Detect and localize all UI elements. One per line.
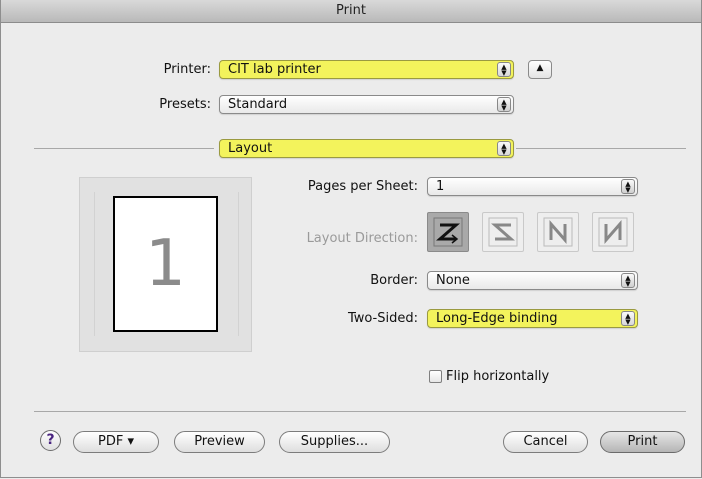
border-popup[interactable]: None ▲ ▼ [427, 271, 638, 290]
pdf-menu-button[interactable]: PDF ▾ [73, 431, 159, 453]
preview-page-number: 1 [145, 227, 186, 301]
pages-per-sheet-popup[interactable]: 1 ▲ ▼ [427, 177, 638, 196]
s-reversed-direction-icon [488, 217, 518, 247]
popup-arrows-icon: ▲ ▼ [621, 179, 635, 194]
collapse-details-button[interactable]: ▲ [528, 60, 552, 79]
n-direction-icon [598, 217, 628, 247]
triangle-up-icon: ▲ [536, 63, 544, 73]
flip-horizontally-label[interactable]: Flip horizontally [446, 369, 549, 384]
two-sided-value: Long-Edge binding [436, 311, 558, 326]
help-icon: ? [46, 432, 55, 448]
direction-n-button[interactable] [592, 212, 634, 252]
popup-arrows-icon: ▲ ▼ [497, 97, 511, 112]
n-reversed-direction-icon [543, 217, 573, 247]
preview-page: 1 [113, 196, 218, 332]
print-dialog: Print Printer: CIT lab printer ▲ ▼ ▲ Pres… [0, 0, 702, 478]
printer-label: Printer: [163, 62, 211, 77]
popup-arrows-icon: ▲ ▼ [621, 311, 635, 326]
section-value: Layout [228, 141, 273, 156]
separator-line [34, 148, 214, 149]
z-direction-icon [433, 217, 463, 247]
popup-arrows-icon: ▲ ▼ [621, 273, 635, 288]
page-preview: 1 [79, 177, 252, 352]
pages-per-sheet-label: Pages per Sheet: [307, 179, 418, 194]
section-popup[interactable]: Layout ▲ ▼ [219, 139, 514, 158]
separator-line [516, 148, 686, 149]
popup-arrows-icon: ▲ ▼ [497, 141, 511, 156]
pages-per-sheet-value: 1 [436, 179, 445, 194]
window-title: Print [1, 0, 701, 23]
popup-arrows-icon: ▲ ▼ [497, 62, 511, 77]
border-label: Border: [370, 273, 418, 288]
flip-horizontally-checkbox[interactable] [429, 370, 442, 383]
presets-popup[interactable]: Standard ▲ ▼ [219, 95, 514, 114]
layout-direction-label: Layout Direction: [306, 231, 418, 246]
print-button[interactable]: Print [600, 431, 685, 453]
presets-label: Presets: [159, 97, 211, 112]
cancel-button[interactable]: Cancel [503, 431, 588, 453]
preview-button[interactable]: Preview [174, 431, 265, 453]
supplies-button[interactable]: Supplies... [279, 431, 390, 453]
printer-popup[interactable]: CIT lab printer ▲ ▼ [219, 60, 514, 79]
direction-z-button[interactable] [427, 212, 469, 252]
border-value: None [436, 273, 470, 288]
footer-separator [34, 411, 686, 412]
direction-s-button[interactable] [482, 212, 524, 252]
two-sided-popup[interactable]: Long-Edge binding ▲ ▼ [427, 309, 638, 328]
direction-n-reversed-button[interactable] [537, 212, 579, 252]
two-sided-label: Two-Sided: [347, 311, 418, 326]
help-button[interactable]: ? [40, 430, 61, 451]
presets-value: Standard [228, 97, 288, 112]
printer-value: CIT lab printer [228, 62, 321, 77]
